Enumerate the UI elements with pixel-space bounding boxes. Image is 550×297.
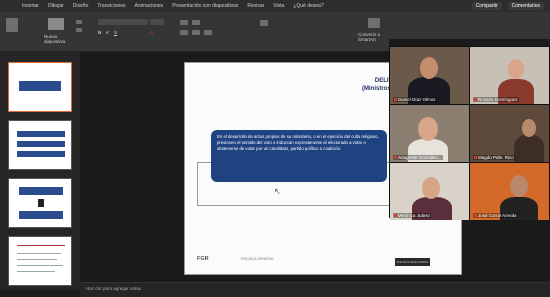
muted-mic-icon	[394, 214, 397, 218]
reset-icon[interactable]	[76, 28, 82, 32]
notes-placeholder: Haz clic para agregar notas	[86, 286, 142, 291]
thumbnail-blue-box	[19, 81, 61, 91]
video-grid-toolbar[interactable]	[389, 39, 550, 46]
thumbnail-blue-box	[17, 141, 65, 147]
fgr-logo: FGR	[197, 256, 209, 262]
tab-presentacion[interactable]: Presentación con diapositivas	[172, 3, 238, 9]
tab-animaciones[interactable]: Animaciones	[135, 3, 164, 9]
layout-icon[interactable]	[76, 20, 82, 24]
muted-mic-icon	[394, 98, 397, 102]
slide-thumbnail-4[interactable]	[8, 236, 72, 286]
participant-tile[interactable]: Verónica Juárez	[390, 163, 469, 220]
slide-body-box[interactable]: En el desarrollo de actos propios de su …	[211, 130, 387, 182]
font-name-box[interactable]	[98, 19, 148, 25]
thumbnail-text-line	[17, 271, 55, 272]
participant-tile[interactable]: José Corral Arreola	[470, 163, 549, 220]
mouse-cursor-icon: ↖	[274, 187, 281, 196]
numbering-icon[interactable]	[192, 20, 200, 25]
tab-dibujar[interactable]: Dibujar	[48, 3, 64, 9]
app-window: Insertar Dibujar Diseño Transiciones Ani…	[0, 0, 550, 297]
tab-diseno[interactable]: Diseño	[73, 3, 89, 9]
slide-thumbnail-3[interactable]	[8, 178, 72, 228]
text-direction-icon[interactable]	[260, 20, 268, 26]
participant-name: José Corral Arreola	[473, 213, 518, 218]
participant-video	[418, 117, 438, 141]
muted-mic-icon	[394, 156, 397, 160]
italic-icon[interactable]: K	[106, 30, 109, 35]
participant-name: Anagrette González...	[393, 155, 443, 160]
smartart-icon[interactable]	[368, 18, 380, 28]
ribbon-tabs: Insertar Dibujar Diseño Transiciones Ani…	[0, 0, 550, 12]
slide-thumbnails-pane[interactable]	[0, 52, 80, 290]
tab-transiciones[interactable]: Transiciones	[97, 3, 125, 9]
underline-icon[interactable]: S	[114, 30, 117, 35]
bullets-icon[interactable]	[180, 20, 188, 25]
thumbnail-blue-box	[17, 131, 65, 137]
bold-icon[interactable]: N	[98, 30, 101, 35]
participant-video	[420, 57, 438, 79]
participant-tile[interactable]: Magdo Pdte. Rico	[470, 105, 549, 162]
thumbnail-text-line	[17, 259, 57, 260]
thumbnail-blue-box	[19, 211, 63, 219]
new-slide-button[interactable]: Nueva diapositiva	[44, 34, 70, 44]
slide-thumbnail-2[interactable]	[8, 120, 72, 170]
muted-mic-icon	[474, 214, 477, 218]
participant-video	[522, 119, 536, 137]
tab-vista[interactable]: Vista	[273, 3, 284, 9]
participant-name: Rosario Domínguez	[473, 97, 519, 102]
notes-pane[interactable]: Haz clic para agregar notas	[80, 282, 550, 297]
participant-name: Magdo Pdte. Rico	[473, 155, 515, 160]
slide-thumbnail-1[interactable]	[8, 62, 72, 112]
participant-video	[514, 135, 544, 162]
fgr-logo-subtitle: FISCALÍA GENERAL	[241, 257, 275, 261]
thumbnail-blue-box	[17, 151, 65, 157]
participant-video	[508, 59, 524, 79]
comments-button[interactable]: Comentarios	[507, 2, 544, 10]
new-slide-icon[interactable]	[48, 18, 64, 30]
tab-insertar[interactable]: Insertar	[22, 3, 39, 9]
muted-mic-icon	[474, 98, 477, 102]
convert-smartart-button[interactable]: Convertir a SmartArt	[358, 32, 388, 42]
font-size-box[interactable]	[150, 19, 164, 25]
paste-icon[interactable]	[6, 18, 18, 32]
participant-name: Verónica Juárez	[393, 213, 432, 218]
thumbnail-arrow	[38, 199, 44, 207]
thumbnail-text-line	[17, 253, 61, 254]
align-right-icon[interactable]	[204, 30, 212, 35]
align-left-icon[interactable]	[180, 30, 188, 35]
video-call-grid: Daniel Díaz Olmos Rosario Domínguez Anag…	[389, 39, 550, 220]
participant-tile[interactable]: Anagrette González...	[390, 105, 469, 162]
participant-tile[interactable]: Daniel Díaz Olmos	[390, 47, 469, 104]
align-center-icon[interactable]	[192, 30, 200, 35]
participant-video	[422, 177, 440, 199]
participant-video	[510, 175, 528, 197]
font-color-icon[interactable]: A	[150, 30, 153, 35]
fiscalia-electoral-logo: FISCALÍA ELECTORAL	[395, 258, 430, 266]
muted-mic-icon	[474, 156, 477, 160]
thumbnail-text-line	[17, 245, 65, 246]
share-button[interactable]: Compartir	[471, 2, 502, 10]
thumbnail-blue-box	[19, 187, 63, 195]
tab-revisar[interactable]: Revisar	[247, 3, 264, 9]
participant-name: Daniel Díaz Olmos	[393, 97, 437, 102]
tell-me-search[interactable]: ¿Qué desea?	[293, 3, 323, 9]
participant-tile[interactable]: Rosario Domínguez	[470, 47, 549, 104]
thumbnail-text-line	[17, 265, 63, 266]
